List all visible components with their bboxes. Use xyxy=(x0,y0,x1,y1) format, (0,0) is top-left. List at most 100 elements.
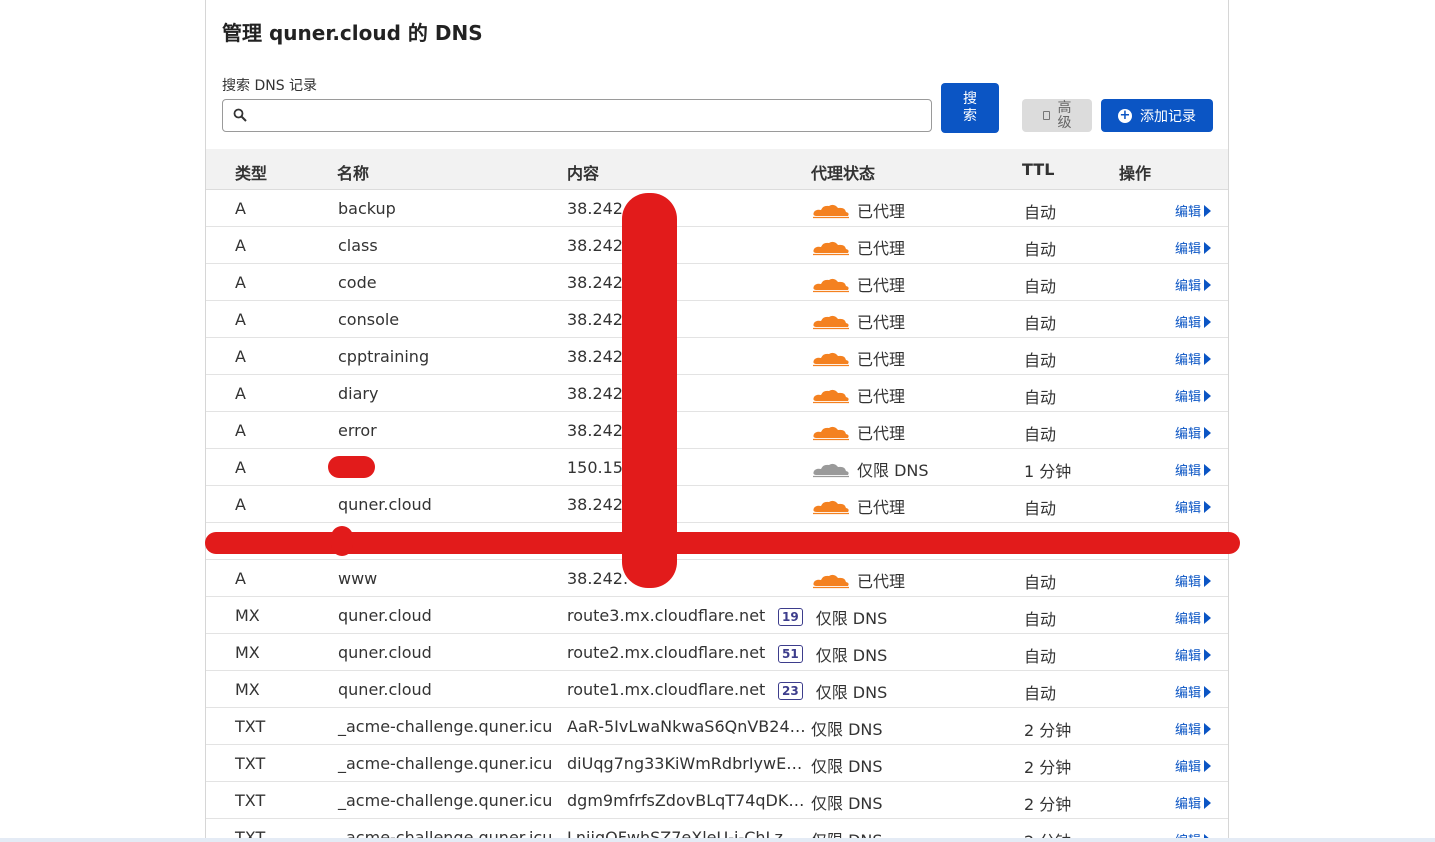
record-content-text: 38.242. xyxy=(567,569,629,588)
proxy-status: 19 仅限 DNS xyxy=(778,605,887,629)
record-ttl: 自动 xyxy=(1024,684,1057,703)
edit-link[interactable]: 编辑 xyxy=(1175,645,1212,664)
edit-label: 编辑 xyxy=(1175,686,1202,701)
search-button[interactable]: 搜 索 xyxy=(941,83,999,133)
edit-label: 编辑 xyxy=(1175,723,1202,738)
table-row[interactable]: Acode 38.242. 已代理 自动 编辑 xyxy=(206,264,1228,301)
record-content: diUqg7ng33KiWmRdbrIywEc... xyxy=(567,754,807,773)
title-domain: quner.cloud xyxy=(268,21,401,45)
search-button-label: 搜 索 xyxy=(963,91,977,124)
edit-label: 编辑 xyxy=(1175,575,1202,590)
record-name: code xyxy=(338,273,377,292)
record-name: _acme-challenge.quner.icu xyxy=(338,717,553,736)
grey-cloud-icon xyxy=(811,460,851,478)
record-type: MX xyxy=(235,643,260,662)
edit-link[interactable]: 编辑 xyxy=(1175,497,1212,516)
edit-link[interactable]: 编辑 xyxy=(1175,275,1212,294)
record-ttl: 自动 xyxy=(1024,610,1057,629)
proxy-status-label: 已代理 xyxy=(857,313,906,332)
edit-link[interactable]: 编辑 xyxy=(1175,312,1212,331)
record-ttl: 自动 xyxy=(1024,240,1057,259)
table-row[interactable]: Awww 38.242. 已代理 自动 编辑 xyxy=(206,560,1228,597)
record-type: A xyxy=(235,273,246,292)
record-content-text: route2.mx.cloudflare.net xyxy=(567,643,766,662)
document-icon xyxy=(1042,111,1050,120)
mx-priority-badge: 51 xyxy=(778,645,803,663)
add-record-button[interactable]: + 添加记录 xyxy=(1101,99,1213,132)
edit-link[interactable]: 编辑 xyxy=(1175,682,1212,701)
edit-label: 编辑 xyxy=(1175,501,1202,516)
table-row[interactable]: TXT _acme-challenge.quner.icu diUqg7ng33Ki… xyxy=(206,745,1228,782)
table-row[interactable]: Aconsole 38.242. 已代理 自动 编辑 xyxy=(206,301,1228,338)
page-title: 管理 quner.cloud 的 DNS xyxy=(222,17,483,46)
record-type: A xyxy=(235,495,246,514)
edit-link[interactable]: 编辑 xyxy=(1175,608,1212,627)
header-name[interactable]: 名称 xyxy=(337,160,369,184)
record-content: 38.242. xyxy=(567,495,628,514)
table-row[interactable]: TXT _acme-challenge.quner.icu AaR-5IvLwaNk… xyxy=(206,708,1228,745)
record-content-text: AaR-5IvLwaNkwaS6QnVB24P... xyxy=(567,717,807,736)
triangle-right-icon xyxy=(1204,352,1212,365)
table-row[interactable]: Aclass 38.242. 已代理 自动 编辑 xyxy=(206,227,1228,264)
orange-cloud-icon xyxy=(811,386,851,404)
edit-link[interactable]: 编辑 xyxy=(1175,386,1212,405)
header-proxy-status[interactable]: 代理状态 xyxy=(811,160,875,184)
edit-link[interactable]: 编辑 xyxy=(1175,201,1212,220)
table-row[interactable]: MX quner.cloud route1.mx.cloudflare.net 23 仅… xyxy=(206,671,1228,708)
record-type: A xyxy=(235,199,246,218)
record-content: dgm9mfrfsZdovBLqT74qDK7... xyxy=(567,791,807,810)
proxy-status-label: 已代理 xyxy=(857,387,906,406)
proxy-status-label: 已代理 xyxy=(857,239,906,258)
proxy-status-label: 仅限 DNS xyxy=(815,683,888,702)
table-row[interactable]: Aerror 38.242. 已代理 自动 编辑 xyxy=(206,412,1228,449)
advanced-button[interactable]: 高 级 xyxy=(1022,99,1092,132)
table-row[interactable]: MX quner.cloud route2.mx.cloudflare.net 51 仅… xyxy=(206,634,1228,671)
record-content: 38.242. xyxy=(567,569,628,588)
header-ttl[interactable]: TTL xyxy=(1022,160,1054,179)
edit-link[interactable]: 编辑 xyxy=(1175,756,1212,775)
mx-priority-badge: 19 xyxy=(778,608,803,626)
triangle-right-icon xyxy=(1204,685,1212,698)
edit-link[interactable]: 编辑 xyxy=(1175,793,1212,812)
record-ttl: 2 分钟 xyxy=(1024,758,1072,777)
table-row[interactable]: TXT _acme-challenge.quner.icu dgm9mfrfsZdo… xyxy=(206,782,1228,819)
edit-link[interactable]: 编辑 xyxy=(1175,349,1212,368)
record-name: class xyxy=(338,236,378,255)
record-ttl: 自动 xyxy=(1024,425,1057,444)
record-name: cpptraining xyxy=(338,347,430,366)
proxy-status: 仅限 DNS xyxy=(811,716,883,740)
record-content: 38.242. xyxy=(567,273,628,292)
edit-link[interactable]: 编辑 xyxy=(1175,460,1212,479)
record-name: quner.cloud xyxy=(338,606,432,625)
record-name: quner.cloud xyxy=(338,643,432,662)
table-row[interactable]: Abackup 38.242. 已代理 自动 编辑 xyxy=(206,190,1228,227)
table-row[interactable]: Adiary 38.242. 已代理 自动 编辑 xyxy=(206,375,1228,412)
proxy-status-label: 已代理 xyxy=(857,276,906,295)
proxy-status: 23 仅限 DNS xyxy=(778,679,887,703)
table-row[interactable]: Aquner.cloud 38.242. 已代理 自动 编辑 xyxy=(206,486,1228,523)
title-prefix: 管理 xyxy=(222,21,262,45)
dns-records-table: Abackup 38.242. 已代理 自动 编辑 Aclass 38.242. 已代理 自动编… xyxy=(206,190,1228,842)
proxy-status-label: 仅限 DNS xyxy=(815,646,888,665)
proxy-status-label: 仅限 DNS xyxy=(811,720,883,739)
search-input[interactable] xyxy=(222,99,932,132)
triangle-right-icon xyxy=(1204,315,1212,328)
table-row[interactable]: Acpptraining 38.242. 已代理 自动 编辑 xyxy=(206,338,1228,375)
orange-cloud-icon xyxy=(811,349,851,367)
record-ttl: 自动 xyxy=(1024,499,1057,518)
triangle-right-icon xyxy=(1204,722,1212,735)
header-type[interactable]: 类型 xyxy=(235,160,267,184)
record-content: route1.mx.cloudflare.net xyxy=(567,680,765,699)
edit-link[interactable]: 编辑 xyxy=(1175,719,1212,738)
edit-link[interactable]: 编辑 xyxy=(1175,423,1212,442)
triangle-right-icon xyxy=(1204,204,1212,217)
proxy-status: 已代理 xyxy=(811,198,905,222)
record-type: A xyxy=(235,421,246,440)
record-content-text: 38.242. xyxy=(567,384,629,403)
edit-link[interactable]: 编辑 xyxy=(1175,571,1212,590)
table-row[interactable]: MX quner.cloud route3.mx.cloudflare.net 19 仅… xyxy=(206,597,1228,634)
record-content: 38.242. xyxy=(567,236,628,255)
edit-link[interactable]: 编辑 xyxy=(1175,238,1212,257)
orange-cloud-icon xyxy=(811,423,851,441)
header-content[interactable]: 内容 xyxy=(567,160,599,184)
